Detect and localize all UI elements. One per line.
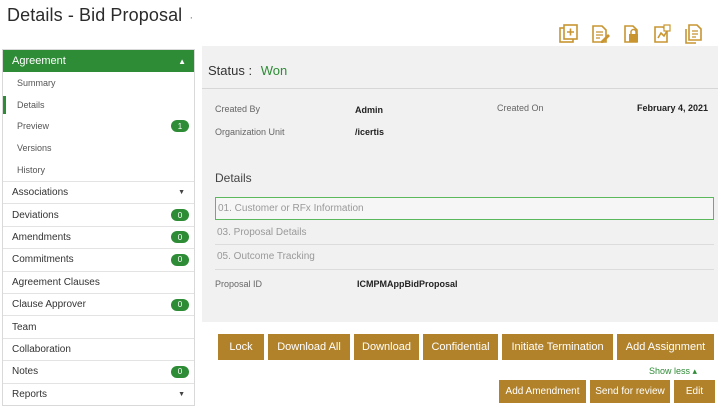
sidebar-subitem-label: Summary [17,77,56,88]
divider [202,88,718,89]
status-label: Status : [208,63,253,78]
sidebar-item-label: Team [12,321,37,333]
sidebar-item-associations[interactable]: Associations ▼ [3,180,194,203]
details-heading: Details [215,171,252,185]
sidebar-subitem-label: History [17,165,46,176]
proposal-id-label: Proposal ID [215,279,263,289]
sidebar-section-label: Agreement [12,55,66,67]
show-less-link[interactable]: Show less ▴ [649,366,697,377]
sidebar-item-label: Deviations [12,209,59,221]
download-all-button[interactable]: Download All [268,334,350,360]
org-unit-label: Organization Unit [215,127,285,137]
chevron-down-icon: ▼ [178,390,185,398]
section-proposal-details[interactable]: 03. Proposal Details [215,221,714,244]
sidebar-item-team[interactable]: Team [3,315,194,337]
chevron-up-icon: ▲ [178,56,186,66]
lock-document-icon[interactable] [620,24,642,44]
created-on-value: February 4, 2021 [637,103,709,113]
sidebar-item-label: Agreement Clauses [12,276,100,288]
sidebar-subitem-summary[interactable]: Summary [3,72,194,94]
sidebar-item-reports[interactable]: Reports ▼ [3,382,194,405]
sidebar-item-label: Collaboration [12,343,71,355]
status-value: Won [260,63,288,78]
sidebar-item-label: Reports [12,388,48,400]
proposal-id-value: ICMPMAppBidProposal [357,279,458,289]
sidebar-item-label: Clause Approver [12,299,86,311]
add-document-icon[interactable] [558,24,580,44]
sidebar-subitem-history[interactable]: History [3,159,194,181]
download-button[interactable]: Download [354,334,419,360]
lock-button[interactable]: Lock [218,334,264,360]
created-on-label: Created On [497,103,544,113]
sidebar-item-commitments[interactable]: Commitments 0 [3,248,194,270]
count-badge: 0 [171,231,189,244]
sidebar-subitem-preview[interactable]: Preview 1 [3,116,194,138]
add-assignment-button[interactable]: Add Assignment [617,334,714,360]
sidebar-section-agreement[interactable]: Agreement ▲ [3,50,194,72]
sidebar-item-collaboration[interactable]: Collaboration [3,337,194,360]
sidebar-item-label: Commitments [12,254,74,266]
compare-document-icon[interactable] [651,24,673,44]
created-by-label: Created By [215,104,261,114]
section-outcome-tracking[interactable]: 05. Outcome Tracking [215,245,714,268]
sidebar-subitem-label: Versions [17,143,52,154]
sidebar-item-clause-approver[interactable]: Clause Approver 0 [3,292,194,315]
send-for-review-button[interactable]: Send for review [590,380,670,403]
sidebar-item-agreement-clauses[interactable]: Agreement Clauses [3,270,194,293]
sidebar-subitem-label: Preview [17,121,50,132]
edit-button[interactable]: Edit [674,380,715,403]
count-badge: 0 [171,298,189,311]
created-by-value: Admin [355,105,383,115]
count-badge: 0 [171,365,189,378]
edit-document-icon[interactable] [589,24,611,44]
page-title: Details - Bid Proposal · [7,5,194,26]
sidebar-item-notes[interactable]: Notes 0 [3,360,194,382]
count-badge: 1 [171,120,189,133]
chevron-down-icon: ▼ [178,189,185,197]
sidebar-item-amendments[interactable]: Amendments 0 [3,225,194,248]
toolbar [558,24,704,44]
count-badge: 0 [171,209,189,222]
sidebar-subitem-details[interactable]: Details [3,94,194,116]
status-line: Status : Won [208,63,287,78]
sidebar-item-label: Associations [12,187,69,199]
sidebar-item-label: Notes [12,366,39,378]
page-title-text: Details - Bid Proposal [7,5,183,25]
sidebar-item-deviations[interactable]: Deviations 0 [3,203,194,225]
add-amendment-button[interactable]: Add Amendment [499,380,586,403]
section-customer-rfx[interactable]: 01. Customer or RFx Information [215,197,714,220]
sidebar: Agreement ▲ Summary Details Preview 1 Ve… [2,49,195,406]
copy-document-icon[interactable] [682,24,704,44]
sidebar-item-label: Amendments [12,231,71,243]
org-unit-value: /icertis [355,127,385,137]
initiate-termination-button[interactable]: Initiate Termination [502,334,613,360]
details-panel: Status : Won Created By Admin Created On… [202,46,718,322]
count-badge: 0 [171,253,189,266]
divider [215,269,714,270]
sidebar-subitem-versions[interactable]: Versions [3,137,194,159]
sidebar-subitem-label: Details [17,99,45,110]
title-suffix: · [189,10,194,24]
confidential-button[interactable]: Confidential [423,334,498,360]
